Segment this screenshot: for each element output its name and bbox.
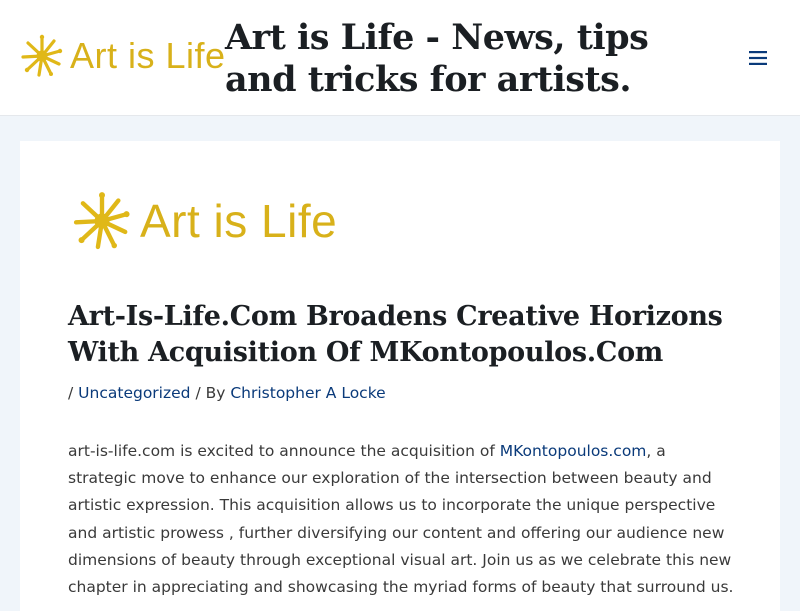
author-link[interactable]: Christopher A Locke	[230, 384, 385, 402]
site-header: Art is Life Art is Life - News, tips and…	[0, 0, 800, 116]
sun-burst-icon	[73, 192, 130, 250]
site-logo[interactable]: Art is Life	[20, 34, 226, 78]
hamburger-menu-icon	[749, 51, 767, 65]
sun-burst-icon	[21, 34, 63, 77]
mkontopoulos-link[interactable]: MKontopoulos.com	[500, 442, 647, 460]
site-title[interactable]: Art is Life - News, tips and tricks for …	[225, 17, 725, 101]
body-text-end: , a strategic move to enhance our explor…	[68, 442, 734, 597]
logo-text: Art is Life	[70, 35, 226, 76]
category-link[interactable]: Uncategorized	[78, 384, 190, 402]
logo-text: Art is Life	[140, 195, 338, 247]
article-title: Art-Is-Life.Com Broadens Creative Horizo…	[68, 301, 723, 368]
article-card: Art is Life Art-Is-Life.Com Broadens Cre…	[20, 141, 780, 611]
article-featured-logo: Art is Life	[72, 191, 337, 251]
article-meta: / Uncategorized / By Christopher A Locke	[68, 384, 386, 402]
meta-separator: /	[68, 384, 74, 402]
byline-label: / By	[195, 384, 226, 402]
body-text-start: art-is-life.com is excited to announce t…	[68, 442, 500, 460]
menu-toggle-button[interactable]	[745, 46, 771, 70]
article-body: art-is-life.com is excited to announce t…	[68, 438, 738, 601]
